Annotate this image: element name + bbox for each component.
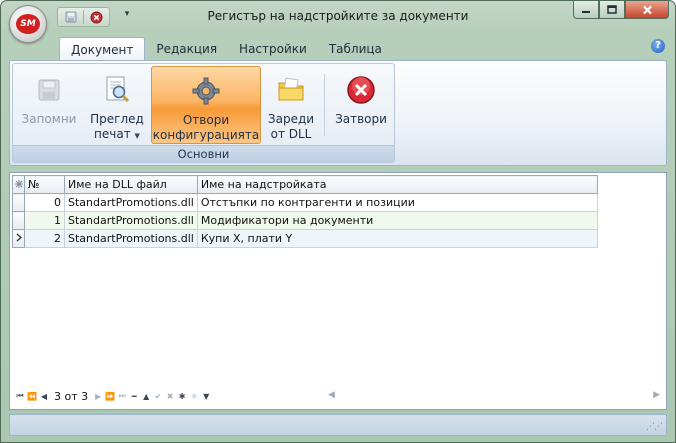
print-preview-button[interactable]: Преглед печат ▼: [85, 66, 149, 144]
cell-number[interactable]: 0: [24, 193, 65, 212]
help-icon[interactable]: ?: [651, 39, 665, 53]
tab-document[interactable]: Документ: [59, 37, 146, 61]
table-header-row: № Име на DLL файл Име на надстройката: [12, 175, 598, 194]
app-window: SM ▾ Регистър на надстройките за докумен…: [0, 0, 676, 443]
cell-name[interactable]: Отстъпки по контрагенти и позиции: [196, 193, 598, 212]
last-record-icon[interactable]: ⏭: [116, 388, 128, 404]
first-record-icon[interactable]: ⏮: [14, 388, 26, 404]
save-button[interactable]: Запомни: [17, 66, 81, 144]
close-button[interactable]: Затвори: [329, 66, 393, 144]
open-config-label: Отвори конфигурацията: [153, 113, 259, 143]
grid-panel: № Име на DLL файл Име на надстройката 0 …: [9, 172, 667, 410]
print-preview-label: Преглед печат ▼: [90, 112, 144, 144]
record-position: 3 от 3: [54, 389, 89, 403]
column-header-dll[interactable]: Име на DLL файл: [64, 175, 198, 194]
application-menu-button[interactable]: SM: [9, 5, 47, 43]
confirm-icon[interactable]: ✔: [152, 388, 164, 404]
row-indicator[interactable]: [12, 211, 25, 230]
floppy-icon: [33, 74, 65, 106]
minimize-icon: [582, 10, 590, 13]
print-preview-label-line2: печат: [94, 127, 131, 141]
load-dll-label-line1: Зареди: [267, 112, 315, 126]
status-bar: ⋰⋰: [9, 414, 667, 436]
cell-name[interactable]: Купи Х, плати Y: [196, 229, 598, 248]
open-config-label-line2: конфигурацията: [152, 128, 260, 142]
print-preview-icon: [101, 74, 133, 106]
table-row[interactable]: 1 StandartPromotions.dll Модификатори на…: [12, 211, 598, 230]
load-dll-label: Зареди от DLL: [268, 112, 314, 142]
open-config-button[interactable]: Отвори конфигурацията: [151, 66, 261, 144]
tab-settings[interactable]: Настройки: [228, 37, 318, 61]
cell-dll[interactable]: StandartPromotions.dll: [64, 229, 198, 248]
caption-buttons: [573, 1, 669, 19]
next-page-icon[interactable]: ⏩: [104, 388, 116, 404]
dropdown-arrow-icon: ▼: [134, 132, 140, 140]
next-record-icon[interactable]: ▶: [92, 388, 104, 404]
table-row[interactable]: 0 StandartPromotions.dll Отстъпки по кон…: [12, 193, 598, 212]
horizontal-scrollbar[interactable]: ◀ ▶: [326, 388, 662, 404]
resize-grip-icon[interactable]: ⋰⋰: [646, 422, 663, 432]
close-circle-icon: [345, 74, 377, 106]
maximize-button[interactable]: [599, 1, 625, 19]
close-window-button[interactable]: [625, 1, 669, 19]
ribbon-group-main: Запомни Преглед печат ▼ Отвори конфигура…: [12, 63, 395, 163]
column-header-name[interactable]: Име на надстройката: [196, 175, 598, 194]
current-row-indicator-icon[interactable]: [12, 229, 25, 248]
append-record-icon[interactable]: ✳: [188, 388, 200, 404]
scroll-left-icon[interactable]: ◀: [328, 390, 335, 400]
close-icon: [642, 5, 652, 14]
ribbon-panel: Запомни Преглед печат ▼ Отвори конфигура…: [9, 60, 667, 166]
save-button-label: Запомни: [21, 112, 77, 126]
gear-icon: [190, 75, 222, 107]
scroll-right-icon[interactable]: ▶: [653, 390, 660, 400]
row-indicator[interactable]: [12, 193, 25, 212]
column-header-number[interactable]: №: [24, 175, 65, 194]
minimize-button[interactable]: [573, 1, 599, 19]
record-navigator: ⏮ ⏪ ◀ 3 от 3 ▶ ⏩ ⏭ ━ ▲ ✔ ✖ ✱ ✳ ▼: [14, 386, 212, 406]
new-record-icon[interactable]: ✱: [176, 388, 188, 404]
close-button-label: Затвори: [335, 112, 387, 126]
tab-table[interactable]: Таблица: [318, 37, 393, 61]
table-row[interactable]: 2 StandartPromotions.dll Купи Х, плати Y: [12, 229, 598, 248]
cell-name[interactable]: Модификатори на документи: [196, 211, 598, 230]
cell-dll[interactable]: StandartPromotions.dll: [64, 211, 198, 230]
select-all-icon[interactable]: [12, 175, 25, 194]
print-preview-label-line1: Преглед: [90, 112, 144, 126]
filter-icon[interactable]: ▼: [200, 388, 212, 404]
tab-edit[interactable]: Редакция: [145, 37, 228, 61]
title-bar: SM ▾ Регистър на надстройките за докумен…: [1, 1, 675, 43]
delete-record-icon[interactable]: ━: [128, 388, 140, 404]
move-up-icon[interactable]: ▲: [140, 388, 152, 404]
settings-table: № Име на DLL файл Име на надстройката 0 …: [12, 175, 598, 248]
open-config-label-line1: Отвори: [182, 113, 230, 127]
maximize-icon: [607, 5, 617, 14]
app-logo: SM: [16, 14, 40, 34]
cell-number[interactable]: 2: [24, 229, 65, 248]
folder-icon: [275, 74, 307, 106]
cell-number[interactable]: 1: [24, 211, 65, 230]
load-dll-label-line2: от DLL: [270, 127, 312, 141]
prev-record-icon[interactable]: ◀: [38, 388, 50, 404]
cancel-icon[interactable]: ✖: [164, 388, 176, 404]
load-dll-button[interactable]: Зареди от DLL: [263, 66, 319, 144]
prev-page-icon[interactable]: ⏪: [26, 388, 38, 404]
ribbon-tabs: Документ Редакция Настройки Таблица: [59, 37, 393, 61]
cell-dll[interactable]: StandartPromotions.dll: [64, 193, 198, 212]
ribbon-group-label: Основни: [13, 145, 394, 162]
ribbon-separator: [324, 74, 325, 136]
